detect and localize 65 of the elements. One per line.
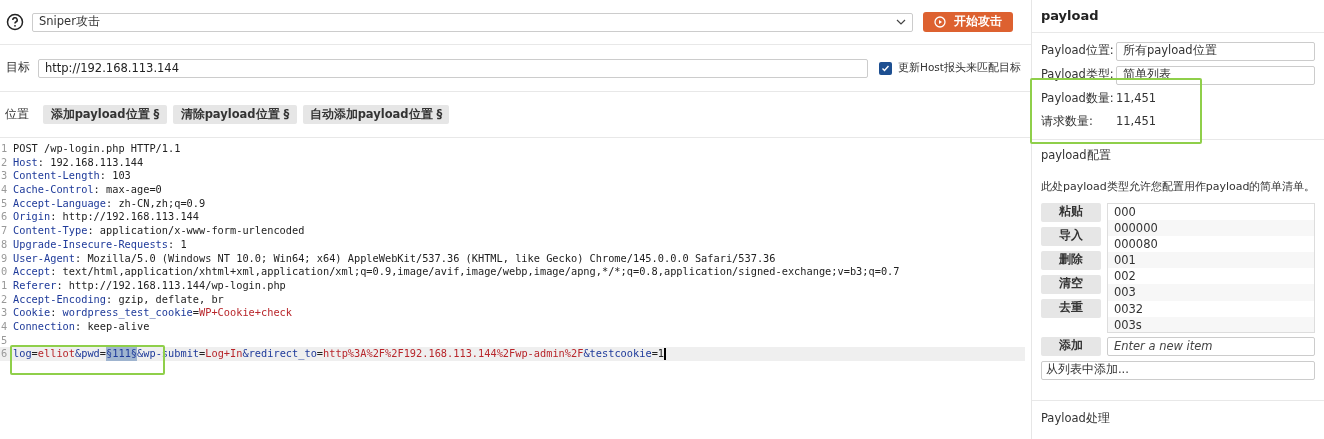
list-item[interactable]: 003	[1107, 284, 1315, 301]
line-number: 4	[0, 183, 8, 197]
line-number: 3	[0, 169, 8, 184]
positions-label: 位置	[5, 105, 29, 123]
help-icon[interactable]	[6, 13, 24, 31]
code-line: Accept-Encoding: gzip, deflate, br	[12, 292, 224, 307]
checkbox[interactable]	[879, 61, 892, 75]
stat-label: 请求数量:	[1040, 112, 1094, 130]
add-from-list-select[interactable]: 从列表中添加...	[1040, 360, 1316, 380]
line-number: 1	[0, 278, 8, 293]
select-field[interactable]: 所有payload位置	[1115, 41, 1316, 61]
stat-value: 11,451	[1115, 112, 1157, 130]
section-title: payload配置	[1040, 147, 1112, 163]
line-number: 5	[0, 196, 8, 211]
list-item[interactable]: 001	[1107, 252, 1315, 269]
code-line: Referer: http://192.168.113.144/wp-login.php	[12, 278, 286, 293]
update-host-label: 更新Host报头来匹配目标	[898, 60, 1021, 76]
toolbar-button[interactable]: 去重	[1040, 298, 1101, 318]
stat-label: Payload数量:	[1040, 89, 1115, 107]
line-number: 1	[0, 142, 8, 156]
code-line: Host: 192.168.113.144	[12, 155, 144, 170]
line-number: 2	[0, 292, 8, 307]
code-line: Accept: text/html,application/xhtml+xml,application/xml;q=0.9,image/avif,image/webp,image/apng,*/*;q=0.8,application/signed-exchange;v=b3;q=0.7	[12, 265, 900, 279]
check-icon	[881, 63, 890, 73]
section-title: Payload处理	[1040, 410, 1110, 425]
target-field[interactable]: http://192.168.113.144	[38, 58, 868, 78]
code-line: Connection: keep-alive	[12, 319, 150, 334]
code-line: Upgrade-Insecure-Requests: 1	[12, 237, 187, 252]
attack-type-select[interactable]: Sniper攻击	[32, 12, 913, 32]
target-label: 目标	[6, 59, 30, 77]
code-line: Content-Type: application/x-www-form-urlencoded	[12, 224, 305, 238]
toolbar-button[interactable]: 删除	[1040, 250, 1101, 270]
line-number: 4	[0, 319, 8, 334]
line-number: 6	[0, 210, 8, 225]
chevron-down-icon	[895, 19, 906, 25]
code-line: Cache-Control: max-age=0	[12, 183, 162, 197]
toolbar-button[interactable]: 粘贴	[1040, 202, 1101, 222]
line-number: 3	[0, 306, 8, 320]
code-line: Content-Length: 103	[12, 169, 131, 184]
new-item-field[interactable]: Enter a new item	[1106, 336, 1316, 356]
toolbar-button[interactable]: 自动添加payload位置 §	[303, 105, 449, 124]
toolbar-button[interactable]: 导入	[1040, 226, 1101, 246]
toolbar-button[interactable]: 清除payload位置 §	[173, 105, 297, 124]
code-line: Origin: http://192.168.113.144	[12, 210, 199, 225]
toolbar-button[interactable]: 添加	[1040, 336, 1101, 356]
toolbar-button[interactable]: 清空	[1040, 274, 1101, 294]
toolbar-button[interactable]: 添加payload位置 §	[43, 105, 167, 124]
line-number: 2	[0, 155, 8, 170]
code-line: POST /wp-login.php HTTP/1.1	[12, 142, 181, 156]
line-number: 9	[0, 251, 8, 266]
code-line: Cookie: wordpress_test_cookie=WP+Cookie+check	[12, 306, 292, 320]
stat-value: 11,451	[1115, 89, 1157, 107]
line-number: 6	[0, 347, 8, 361]
line-number: 7	[0, 224, 8, 238]
code-line: Accept-Language: zh-CN,zh;q=0.9	[12, 196, 206, 211]
play-icon	[933, 16, 946, 28]
code-line: User-Agent: Mozilla/5.0 (Windows NT 10.0; Win64; x64) AppleWebKit/537.36 (KHTML, like Gecko) Chrome/145.0.0.0 Safari/537.36	[12, 251, 776, 266]
line-number: 5	[0, 333, 8, 348]
payload-list[interactable]: 000 000000 000080 001 002 003 0032 003s	[1106, 202, 1316, 333]
start-attack-button[interactable]: 开始攻击	[922, 12, 1013, 32]
description: 此处payload类型允许您配置用作payload的简单清单。	[1040, 179, 1316, 195]
line-number: 8	[0, 237, 8, 252]
panel-title: payload	[1040, 7, 1099, 26]
line-number: 0	[0, 265, 8, 279]
field-label: Payload位置:	[1040, 42, 1115, 60]
